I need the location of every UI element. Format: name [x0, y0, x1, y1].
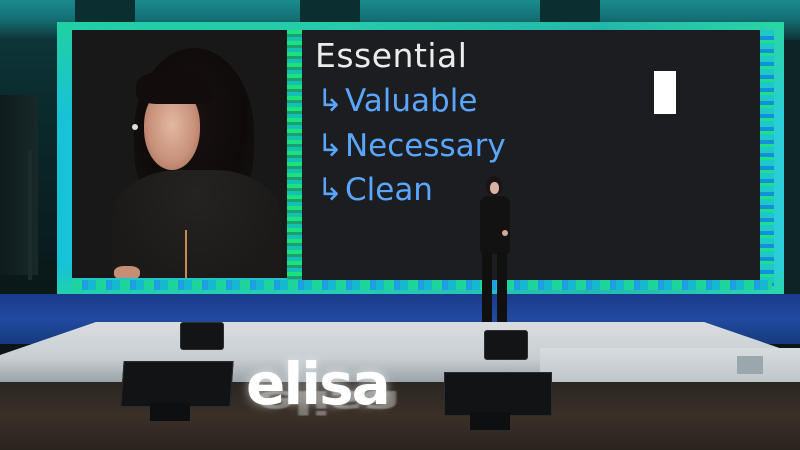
slide-bullet-label: Necessary	[344, 128, 506, 164]
arrow-icon: ↳	[317, 83, 343, 119]
slide-bullet-clean: ↳Clean	[317, 175, 433, 206]
stage-equipment-box	[737, 356, 763, 374]
arrow-icon: ↳	[317, 172, 343, 208]
elisa-logo-reflection: elisa	[256, 383, 399, 421]
speaker-video-feed	[72, 30, 290, 278]
slide-white-block	[654, 71, 676, 114]
speaker-body	[112, 170, 282, 278]
left-speaker-stack	[0, 95, 38, 275]
headset-mic	[132, 124, 138, 130]
slide-bullet-necessary: ↳Necessary	[317, 131, 506, 162]
arrow-icon: ↳	[317, 128, 343, 164]
speaker-hand	[114, 266, 140, 278]
presenter	[472, 174, 518, 330]
conference-stage-scene: Essential ↳Valuable ↳Necessary ↳Clean el…	[0, 0, 800, 450]
presenter-face	[490, 182, 499, 194]
monitor-stand	[470, 412, 510, 430]
presenter-torso	[480, 196, 510, 254]
screen-bottom-decoration	[72, 280, 772, 290]
slide-title: Essential	[315, 36, 468, 75]
light-stand	[28, 150, 32, 280]
slide-bullet-label: Valuable	[344, 83, 478, 119]
stage-wedge-speaker	[180, 322, 224, 350]
presenter-hand	[502, 230, 508, 236]
slide-bullet-valuable: ↳Valuable	[317, 86, 477, 117]
slide-decoration-right	[760, 30, 774, 286]
speaker-fringe	[136, 70, 212, 104]
confidence-monitor-left	[120, 361, 234, 407]
slide-bullet-label: Clean	[344, 172, 433, 208]
presenter-leg	[497, 252, 507, 322]
monitor-stand	[150, 403, 190, 421]
stage-wedge-speaker	[484, 330, 528, 360]
presenter-leg	[482, 252, 492, 322]
confidence-monitor-right	[444, 372, 552, 416]
mic-cable	[185, 230, 187, 278]
